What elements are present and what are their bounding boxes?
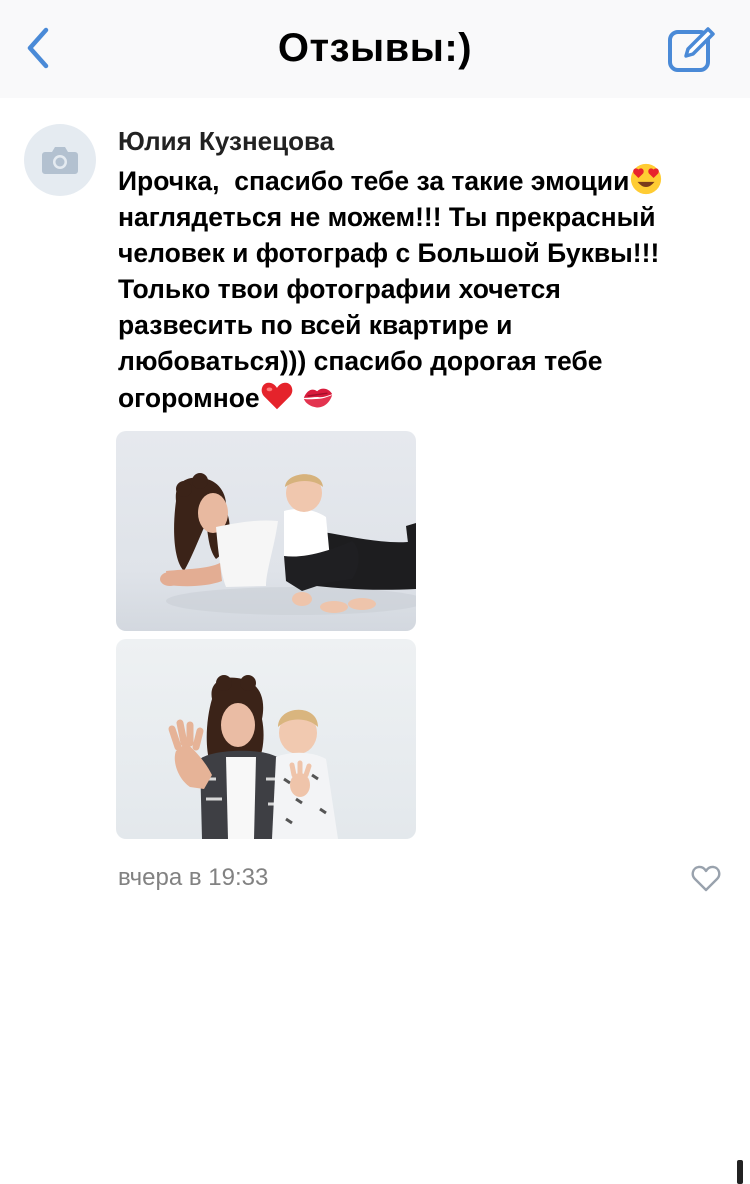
compose-button[interactable] [664,22,718,76]
page: Отзывы:) Юлия Кузнецова Ирочка, спасибо … [0,0,750,1184]
kiss-mark-emoji [303,388,333,408]
comment-line-5: развесить по всей квартире и [118,310,513,340]
comment-line-2: наглядеться не можем!!! Ты прекрасный [118,202,656,232]
comment-line-7: огоромное [118,383,260,413]
scroll-indicator [737,1160,743,1184]
comment-timestamp: вчера в 19:33 [118,864,269,891]
comment-text: Ирочка, спасибо тебе за такие эмоции наг… [118,162,718,416]
like-button[interactable] [688,860,724,896]
camera-icon [42,147,78,174]
compose-icon [668,27,715,72]
photo-mother-and-son-lying[interactable] [116,431,416,631]
heart-outline-icon [691,865,721,892]
photo-2-image [116,639,416,839]
avatar[interactable] [24,124,96,196]
photo-1-image [116,431,416,631]
comment-line-4: Только твои фотографии хочется [118,274,561,304]
photo-mother-and-son-waving[interactable] [116,639,416,839]
red-heart-emoji [261,382,292,410]
comment-line-3: человек и фотограф с Большой Буквы!!! [118,238,660,268]
comment-author[interactable]: Юлия Кузнецова [118,124,334,158]
heart-eyes-emoji [631,163,662,195]
page-title: Отзывы:) [277,26,473,70]
comment-line-1: Ирочка, спасибо тебе за такие эмоции [118,166,630,196]
navigation-bar: Отзывы:) [0,0,750,98]
comment-line-6: любоваться))) спасибо дорогая тебе [118,346,603,376]
